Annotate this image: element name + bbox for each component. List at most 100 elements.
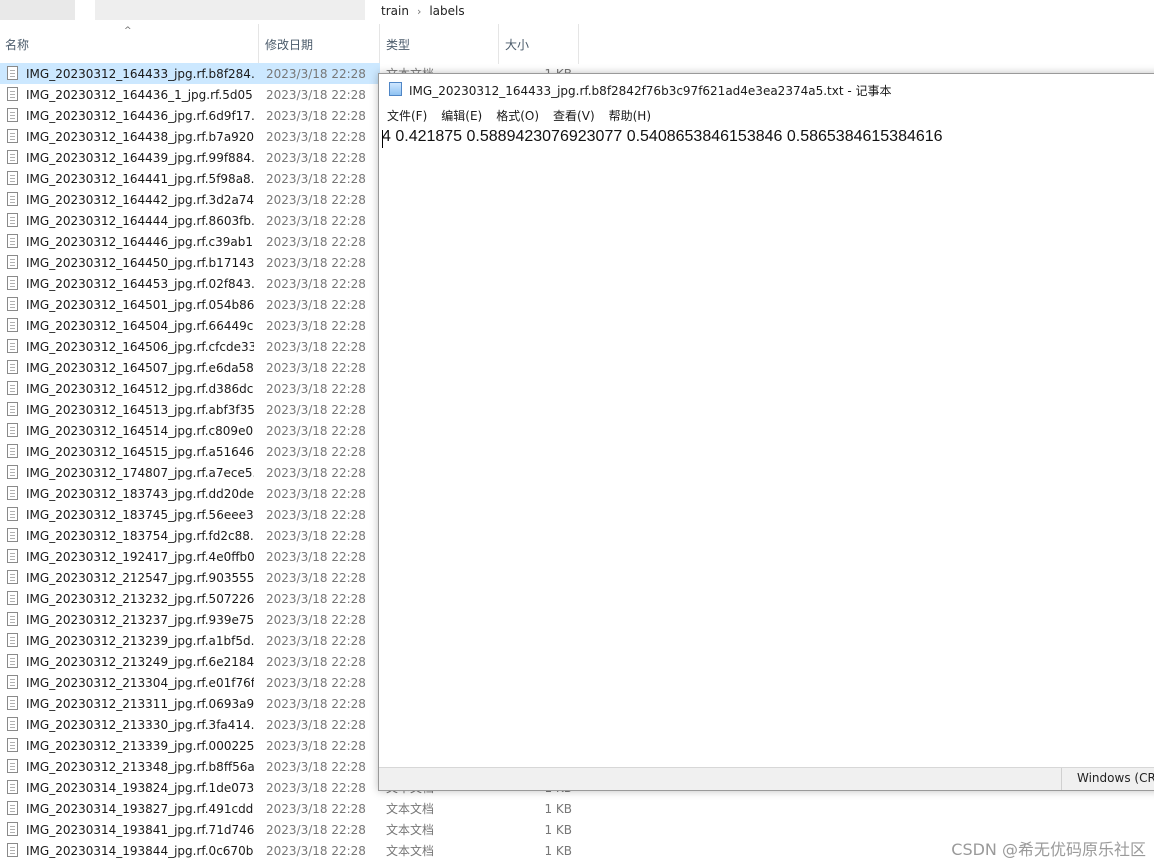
file-name: IMG_20230314_193841_jpg.rf.71d746...: [26, 822, 254, 837]
file-row[interactable]: IMG_20230314_193827_jpg.rf.491cdd... 2023…: [0, 798, 572, 819]
file-name: IMG_20230312_164514_jpg.rf.c809e0...: [26, 423, 254, 438]
file-date: 2023/3/18 22:28: [266, 507, 366, 522]
file-row[interactable]: IMG_20230312_212547_jpg.rf.903555... 2023…: [0, 567, 572, 588]
file-row[interactable]: IMG_20230312_164438_jpg.rf.b7a920... 2023…: [0, 126, 572, 147]
file-date: 2023/3/18 22:28: [266, 318, 366, 333]
file-row[interactable]: IMG_20230312_164441_jpg.rf.5f98a8... 2023…: [0, 168, 572, 189]
menu-edit[interactable]: 编辑(E): [441, 107, 482, 124]
file-date: 2023/3/18 22:28: [266, 171, 366, 186]
file-row[interactable]: IMG_20230312_164439_jpg.rf.99f884... 2023…: [0, 147, 572, 168]
text-file-icon: [7, 486, 18, 500]
file-date: 2023/3/18 22:28: [266, 444, 366, 459]
menu-file[interactable]: 文件(F): [387, 107, 427, 124]
file-name: IMG_20230312_164433_jpg.rf.b8f284...: [26, 66, 254, 81]
text-file-icon: [7, 633, 18, 647]
text-file-icon: [7, 234, 18, 248]
notepad-icon: [389, 82, 402, 96]
file-row[interactable]: IMG_20230312_164450_jpg.rf.b17143... 2023…: [0, 252, 572, 273]
file-name: IMG_20230312_164450_jpg.rf.b17143...: [26, 255, 254, 270]
text-file-icon: [7, 318, 18, 332]
column-header-name[interactable]: 名称: [0, 24, 259, 64]
file-date: 2023/3/18 22:28: [266, 570, 366, 585]
file-date: 2023/3/18 22:28: [266, 339, 366, 354]
file-date: 2023/3/18 22:28: [266, 654, 366, 669]
file-row[interactable]: IMG_20230312_164506_jpg.rf.cfcde33... 202…: [0, 336, 572, 357]
file-row[interactable]: IMG_20230312_164501_jpg.rf.054b86... 2023…: [0, 294, 572, 315]
window-title: IMG_20230312_164433_jpg.rf.b8f2842f76b3c…: [409, 84, 892, 98]
file-row[interactable]: IMG_20230312_183745_jpg.rf.56eee3... 2023…: [0, 504, 572, 525]
file-date: 2023/3/18 22:28: [266, 276, 366, 291]
text-file-icon: [7, 759, 18, 773]
file-row[interactable]: IMG_20230312_213348_jpg.rf.b8ff56a... 202…: [0, 756, 572, 777]
file-date: 2023/3/18 22:28: [266, 633, 366, 648]
file-row[interactable]: IMG_20230312_213330_jpg.rf.3fa414... 2023…: [0, 714, 572, 735]
file-row[interactable]: IMG_20230312_164436_jpg.rf.6d9f17... 2023…: [0, 105, 572, 126]
file-type: 文本文档: [386, 823, 435, 837]
file-row[interactable]: IMG_20230312_213304_jpg.rf.e01f76f... 202…: [0, 672, 572, 693]
text-file-icon: [7, 192, 18, 206]
file-date: 2023/3/18 22:28: [266, 108, 366, 123]
file-row[interactable]: IMG_20230312_164513_jpg.rf.abf3f35... 202…: [0, 399, 572, 420]
file-date: 2023/3/18 22:28: [266, 150, 366, 165]
file-row[interactable]: IMG_20230312_183743_jpg.rf.dd20de... 2023…: [0, 483, 572, 504]
file-name: IMG_20230312_183743_jpg.rf.dd20de...: [26, 486, 254, 501]
file-date: 2023/3/18 22:28: [266, 129, 366, 144]
breadcrumb-item-labels[interactable]: labels: [429, 4, 464, 18]
menu-view[interactable]: 查看(V): [553, 107, 595, 124]
column-header-modified[interactable]: 修改日期: [260, 24, 380, 64]
file-row[interactable]: IMG_20230314_193841_jpg.rf.71d746... 2023…: [0, 819, 572, 840]
text-editor-content[interactable]: 4 0.421875 0.5889423076923077 0.54086538…: [382, 128, 943, 146]
file-row[interactable]: IMG_20230314_193824_jpg.rf.1de073... 2023…: [0, 777, 572, 798]
notepad-titlebar[interactable]: IMG_20230312_164433_jpg.rf.b8f2842f76b3c…: [379, 74, 1154, 104]
file-row[interactable]: IMG_20230312_213311_jpg.rf.0693a9... 2023…: [0, 693, 572, 714]
file-date: 2023/3/18 22:28: [266, 486, 366, 501]
file-row[interactable]: IMG_20230312_213232_jpg.rf.507226... 2023…: [0, 588, 572, 609]
text-file-icon: [7, 402, 18, 416]
text-file-icon: [7, 297, 18, 311]
menu-help[interactable]: 帮助(H): [609, 107, 651, 124]
breadcrumb[interactable]: train › labels: [381, 0, 465, 22]
file-date: 2023/3/18 22:28: [266, 528, 366, 543]
status-encoding: Windows (CR: [1077, 771, 1154, 785]
file-row[interactable]: IMG_20230312_164433_jpg.rf.b8f284... 2023…: [0, 63, 572, 84]
column-header-type[interactable]: 类型: [381, 24, 499, 64]
file-date: 2023/3/18 22:28: [266, 297, 366, 312]
file-row[interactable]: IMG_20230312_164436_1_jpg.rf.5d05... 2023…: [0, 84, 572, 105]
text-file-icon: [7, 822, 18, 836]
text-file-icon: [7, 444, 18, 458]
file-row[interactable]: IMG_20230312_164512_jpg.rf.d386dc... 2023…: [0, 378, 572, 399]
file-row[interactable]: IMG_20230312_164442_jpg.rf.3d2a74... 2023…: [0, 189, 572, 210]
file-row[interactable]: IMG_20230312_213249_jpg.rf.6e2184... 2023…: [0, 651, 572, 672]
file-name: IMG_20230312_164515_jpg.rf.a51646...: [26, 444, 254, 459]
file-row[interactable]: IMG_20230312_164453_jpg.rf.02f843... 2023…: [0, 273, 572, 294]
menu-bar: 文件(F) 编辑(E) 格式(O) 查看(V) 帮助(H): [379, 104, 1154, 126]
column-header-size[interactable]: 大小: [500, 24, 579, 64]
file-row[interactable]: IMG_20230312_164514_jpg.rf.c809e0... 2023…: [0, 420, 572, 441]
text-file-icon: [7, 108, 18, 122]
file-date: 2023/3/18 22:28: [266, 381, 366, 396]
text-file-icon: [7, 654, 18, 668]
file-row[interactable]: IMG_20230312_192417_jpg.rf.4e0ffb0... 202…: [0, 546, 572, 567]
file-name: IMG_20230312_183754_jpg.rf.fd2c88...: [26, 528, 254, 543]
file-row[interactable]: IMG_20230312_213239_jpg.rf.a1bf5d... 2023…: [0, 630, 572, 651]
breadcrumb-item-train[interactable]: train: [381, 4, 409, 18]
file-row[interactable]: IMG_20230314_193844_jpg.rf.0c670b... 2023…: [0, 840, 572, 861]
menu-format[interactable]: 格式(O): [496, 107, 539, 124]
file-row[interactable]: IMG_20230312_164446_jpg.rf.c39ab1... 2023…: [0, 231, 572, 252]
file-row[interactable]: IMG_20230312_164444_jpg.rf.8603fb... 2023…: [0, 210, 572, 231]
text-file-icon: [7, 843, 18, 857]
text-file-icon: [7, 570, 18, 584]
file-row[interactable]: IMG_20230312_183754_jpg.rf.fd2c88... 2023…: [0, 525, 572, 546]
file-name: IMG_20230312_164439_jpg.rf.99f884...: [26, 150, 254, 165]
file-date: 2023/3/18 22:28: [266, 360, 366, 375]
file-date: 2023/3/18 22:28: [266, 843, 366, 858]
file-row[interactable]: IMG_20230312_213237_jpg.rf.939e75... 2023…: [0, 609, 572, 630]
file-row[interactable]: IMG_20230312_164507_jpg.rf.e6da58... 2023…: [0, 357, 572, 378]
file-row[interactable]: IMG_20230312_164515_jpg.rf.a51646... 2023…: [0, 441, 572, 462]
text-file-icon: [7, 66, 18, 80]
address-bar-blurred: [95, 0, 365, 20]
text-file-icon: [7, 465, 18, 479]
file-row[interactable]: IMG_20230312_174807_jpg.rf.a7ece5... 2023…: [0, 462, 572, 483]
file-row[interactable]: IMG_20230312_164504_jpg.rf.66449c... 2023…: [0, 315, 572, 336]
file-row[interactable]: IMG_20230312_213339_jpg.rf.000225... 2023…: [0, 735, 572, 756]
